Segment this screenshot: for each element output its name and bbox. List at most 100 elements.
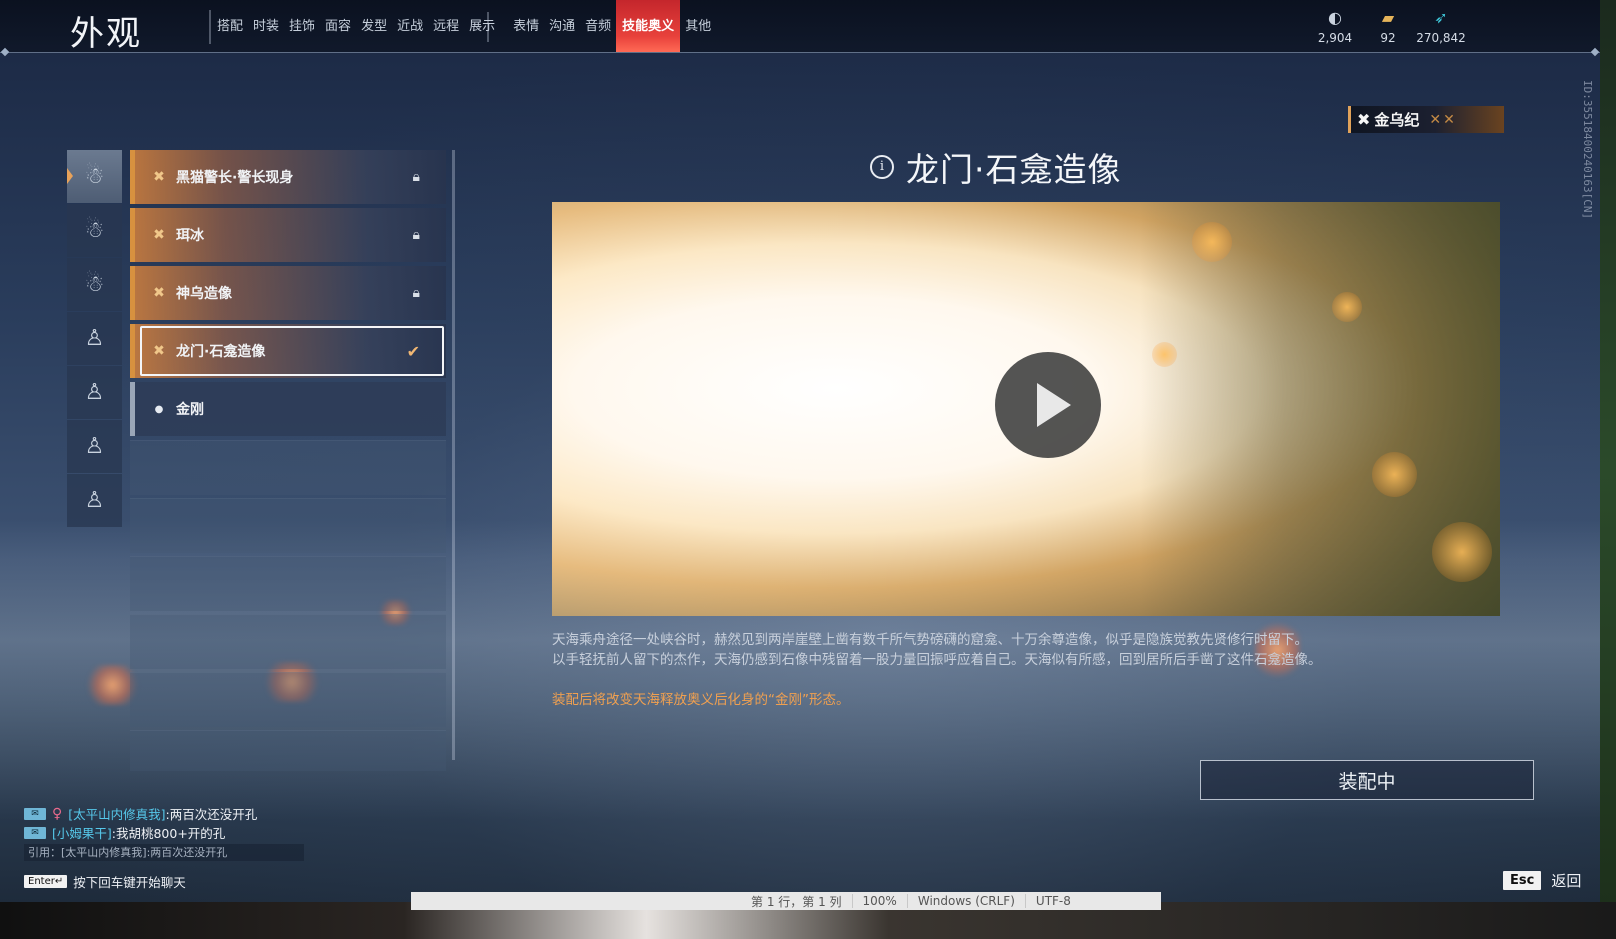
tab-emote[interactable]: 表情 xyxy=(508,0,544,52)
bokeh-light xyxy=(1192,222,1232,262)
figure-icon: ☃ xyxy=(84,218,105,243)
currency-feather[interactable]: ➶ 270,842 xyxy=(1411,8,1471,45)
status-line-ending: Windows (CRLF) xyxy=(906,894,1025,908)
item-label: 珥冰 xyxy=(176,228,204,244)
category-button[interactable]: ♙ xyxy=(67,312,122,365)
item-accent-bar xyxy=(130,382,135,436)
item-label: 金刚 xyxy=(176,402,204,418)
tab-ranged[interactable]: 远程 xyxy=(428,0,464,52)
category-button[interactable]: ♙ xyxy=(67,420,122,473)
detail-title-text: 龙门·石龛造像 xyxy=(906,150,1122,189)
category-button[interactable]: ♙ xyxy=(67,474,122,527)
info-icon[interactable]: i xyxy=(870,155,894,179)
tab-display[interactable]: 展示 xyxy=(464,0,500,52)
coin-icon: ◐ xyxy=(1328,8,1342,27)
status-position: 第 1 行，第 1 列 xyxy=(751,894,842,909)
statue-icon: ♙ xyxy=(84,380,105,405)
game-scene: 外观 搭配 时装 挂饰 面容 发型 近战 远程 展示 表情 沟通 音频 技能奥义… xyxy=(0,0,1600,902)
statue-icon: ♙ xyxy=(84,488,105,513)
chat-sender[interactable]: [太平山内修真我] xyxy=(68,804,165,823)
ticket-icon: ▰ xyxy=(1381,8,1395,27)
back-button[interactable]: Esc 返回 xyxy=(1503,870,1581,891)
esc-key: Esc xyxy=(1503,871,1542,890)
chat-text: :我胡桃800+开的孔 xyxy=(111,826,226,841)
tab-outfit-set[interactable]: 搭配 xyxy=(212,0,248,52)
channel-badge: ✉ xyxy=(24,807,46,820)
chat-message: ✉ ♀ [太平山内修真我] :两百次还没开孔 xyxy=(24,804,304,823)
empty-slot xyxy=(130,730,446,771)
lock-icon: 🔒︎ xyxy=(412,285,420,301)
tab-accessory[interactable]: 挂饰 xyxy=(284,0,320,52)
skin-list: ✖ 黑猫警长·警长现身 🔒︎ ✖ 珥冰 🔒︎ ✖ 神乌造像 🔒︎ ✖ 龙门·石龛… xyxy=(130,150,450,790)
channel-badge: ✉ xyxy=(24,826,46,839)
description: 天海乘舟途径一处峡谷时，赫然见到两岸崖壁上凿有数千所气势磅礴的窟龛、十万余尊造像… xyxy=(552,630,1482,670)
equip-note: 装配后将改变天海释放奥义后化身的“金刚”形态。 xyxy=(552,692,850,708)
item-accent-bar xyxy=(130,324,135,378)
detail-title: i 龙门·石龛造像 xyxy=(870,145,1122,189)
bokeh-light xyxy=(1332,292,1362,322)
feather-icon: ➶ xyxy=(1434,8,1448,27)
description-line: 天海乘舟途径一处峡谷时，赫然见到两岸崖壁上凿有数千所气势磅礴的窟龛、十万余尊造像… xyxy=(552,632,1308,648)
empty-slot xyxy=(130,614,446,669)
bokeh-light xyxy=(1372,452,1417,497)
item-label: 神乌造像 xyxy=(176,286,232,302)
tab-communicate[interactable]: 沟通 xyxy=(544,0,580,52)
category-column: ☃ ☃ ☃ ♙ ♙ ♙ ♙ xyxy=(67,150,122,528)
list-item[interactable]: ● 金刚 xyxy=(130,382,446,436)
chat-panel: ✉ ♀ [太平山内修真我] :两百次还没开孔 ✉ [小姆果干] :我胡桃800+… xyxy=(24,804,304,861)
category-button[interactable]: ♙ xyxy=(67,366,122,419)
era-label: 金乌纪 xyxy=(1374,111,1420,129)
era-emblem-icon: ✖ xyxy=(1357,110,1371,129)
cross-icon: ✖ xyxy=(153,285,165,301)
era-pattern-icon: ✕✕ xyxy=(1429,111,1457,128)
bokeh-light xyxy=(1432,522,1492,582)
statue-icon: ♙ xyxy=(84,434,105,459)
tab-face[interactable]: 面容 xyxy=(320,0,356,52)
list-item-selected[interactable]: ✖ 龙门·石龛造像 ✔ xyxy=(130,324,446,378)
currency-ticket[interactable]: ▰ 92 xyxy=(1358,8,1418,45)
empty-slot xyxy=(130,556,446,611)
item-accent-bar xyxy=(130,150,135,204)
back-label: 返回 xyxy=(1551,872,1582,890)
list-item[interactable]: ✖ 神乌造像 🔒︎ xyxy=(130,266,446,320)
chat-hint[interactable]: Enter↵ 按下回车键开始聊天 xyxy=(24,872,186,891)
empty-slot xyxy=(130,498,446,553)
category-button[interactable]: ☃ xyxy=(67,150,122,203)
tab-audio[interactable]: 音频 xyxy=(580,0,616,52)
cross-icon: ✖ xyxy=(153,169,165,185)
currency-coin[interactable]: ◐ 2,904 xyxy=(1305,8,1365,45)
category-button[interactable]: ☃ xyxy=(67,204,122,257)
empty-slot xyxy=(130,672,446,727)
statue-icon: ♙ xyxy=(84,326,105,351)
lock-icon: 🔒︎ xyxy=(412,169,420,185)
list-scrollbar[interactable] xyxy=(452,150,455,760)
status-zoom: 100% xyxy=(851,894,907,908)
chat-message: ✉ [小姆果干] :我胡桃800+开的孔 xyxy=(24,823,304,842)
tab-other[interactable]: 其他 xyxy=(680,0,716,52)
tab-skill-ultimate[interactable]: 技能奥义 xyxy=(616,0,681,52)
figure-icon: ☃ xyxy=(84,164,105,189)
play-button[interactable] xyxy=(995,352,1101,458)
item-accent-bar xyxy=(130,266,135,320)
category-button[interactable]: ☃ xyxy=(67,258,122,311)
chat-quote: 引用：[太平山内修真我]:两百次还没开孔 xyxy=(24,844,304,861)
description-line: 以手轻抚前人留下的杰作，天海仍感到石像中残留着一股力量回振呼应着自己。天海似有所… xyxy=(552,652,1322,668)
list-item[interactable]: ✖ 珥冰 🔒︎ xyxy=(130,208,446,262)
bokeh-light xyxy=(1152,342,1177,367)
item-label: 黑猫警长·警长现身 xyxy=(176,170,294,186)
tab-hair[interactable]: 发型 xyxy=(356,0,392,52)
chat-hint-text: 按下回车键开始聊天 xyxy=(73,875,186,890)
female-icon: ♀ xyxy=(52,805,63,822)
enter-key: Enter↵ xyxy=(24,875,68,888)
chat-sender[interactable]: [小姆果干] xyxy=(52,823,112,842)
drop-icon: ● xyxy=(154,403,164,415)
era-badge: ✖ 金乌纪 ✕✕ xyxy=(1348,106,1504,133)
tab-fashion[interactable]: 时装 xyxy=(248,0,284,52)
category-tabs: 搭配 时装 挂饰 面容 发型 近战 远程 展示 表情 沟通 音频 技能奥义 其他 xyxy=(212,0,716,52)
editor-status-bar: 第 1 行，第 1 列 100% Windows (CRLF) UTF-8 xyxy=(411,892,1161,910)
equip-button[interactable]: 装配中 xyxy=(1200,760,1534,800)
header-divider xyxy=(0,52,1600,53)
tab-melee[interactable]: 近战 xyxy=(392,0,428,52)
list-item[interactable]: ✖ 黑猫警长·警长现身 🔒︎ xyxy=(130,150,446,204)
page-title: 外观 xyxy=(70,14,142,54)
